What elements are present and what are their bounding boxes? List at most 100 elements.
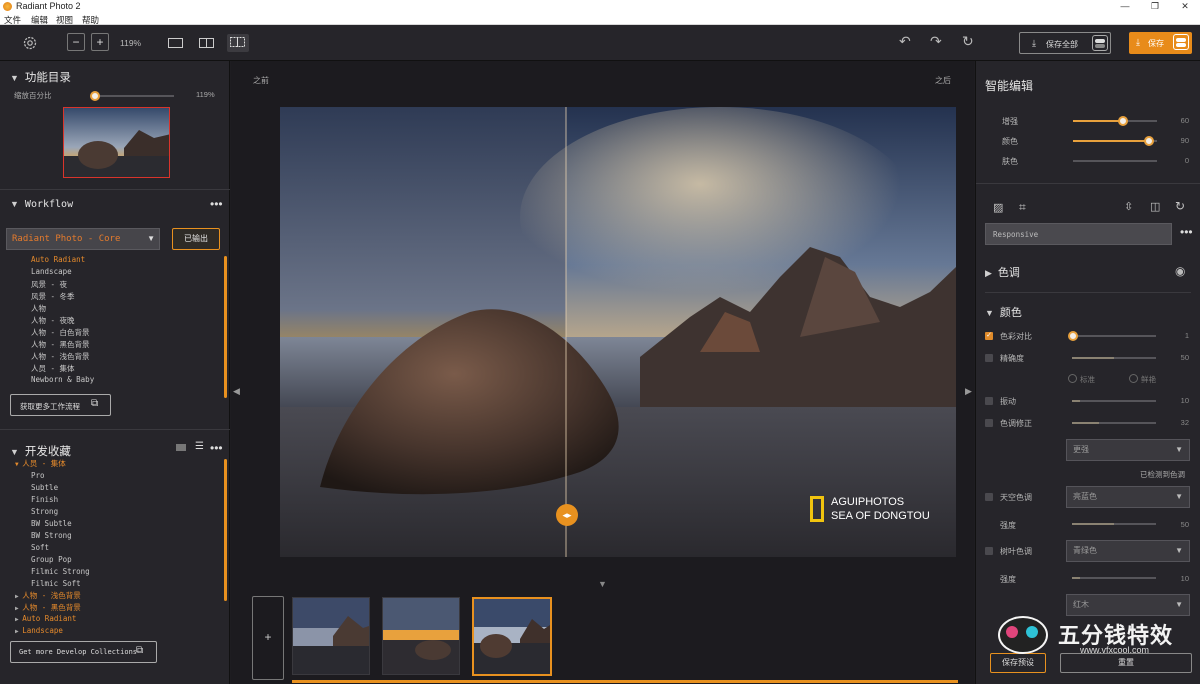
- sky-checkbox[interactable]: [985, 493, 993, 501]
- rotate-icon[interactable]: ↻: [1175, 199, 1185, 213]
- side-by-side-view-icon[interactable]: [199, 38, 215, 49]
- add-image-button[interactable]: +: [252, 596, 284, 680]
- visibility-eye-icon[interactable]: ◉: [1175, 264, 1185, 278]
- redo-icon[interactable]: ↷: [930, 33, 942, 50]
- split-handle[interactable]: ◂▸: [556, 504, 578, 526]
- export-button[interactable]: 已输出: [172, 228, 220, 250]
- develop-item[interactable]: Pro: [31, 471, 45, 480]
- workflow-item[interactable]: 人物 - 白色背景: [31, 327, 90, 338]
- develop-item[interactable]: Finish: [31, 495, 58, 504]
- filmstrip-thumbnail-2[interactable]: [382, 597, 460, 675]
- group-expanded[interactable]: ▼ 人员 - 集体: [15, 458, 66, 469]
- flip-vertical-icon[interactable]: ⇳: [1124, 200, 1133, 213]
- image-icon[interactable]: ▨: [993, 201, 1003, 214]
- tone-section-header[interactable]: ▶ 色调: [985, 264, 1020, 280]
- reset-history-icon[interactable]: ↻: [962, 33, 974, 50]
- more-collections-button[interactable]: Get more Develop Collections ⧉: [10, 641, 157, 663]
- list-view-icon[interactable]: ☰: [195, 441, 204, 452]
- workflow-item[interactable]: 风景 - 冬季: [31, 291, 75, 302]
- workflow-item[interactable]: Newborn & Baby: [31, 375, 94, 384]
- workflow-item[interactable]: Landscape: [31, 267, 72, 276]
- workflow-item[interactable]: 人员 - 集体: [31, 363, 75, 374]
- flip-horizontal-icon[interactable]: ◫: [1150, 200, 1160, 213]
- develop-item[interactable]: Group Pop: [31, 555, 72, 564]
- zoom-percent-slider[interactable]: [92, 95, 174, 97]
- foliage-strength-slider[interactable]: [1072, 577, 1156, 579]
- smart-slider-knob[interactable]: [1118, 116, 1129, 126]
- close-button[interactable]: ✕: [1170, 0, 1200, 13]
- collapsed-group[interactable]: ▶ 人物 - 黑色背景: [15, 602, 81, 613]
- color-control-slider[interactable]: [1072, 400, 1156, 402]
- prev-image-arrow-icon[interactable]: ◀: [233, 386, 240, 397]
- workflow-item[interactable]: 人物 - 夜晚: [31, 315, 75, 326]
- develop-item[interactable]: Subtle: [31, 483, 58, 492]
- develop-item[interactable]: Soft: [31, 543, 49, 552]
- workflow-more-icon[interactable]: •••: [210, 197, 223, 211]
- smart-slider-track[interactable]: [1073, 160, 1157, 162]
- save-all-button[interactable]: ⤓ 保存全部: [1019, 32, 1111, 54]
- workflow-section-header[interactable]: ▼ Workflow: [10, 199, 73, 210]
- workflow-item[interactable]: 风景 - 夜: [31, 279, 67, 290]
- develop-item[interactable]: BW Strong: [31, 531, 72, 540]
- radio-standard[interactable]: [1068, 374, 1077, 383]
- collapsed-group[interactable]: ▶ 人物 - 浅色背景: [15, 590, 81, 601]
- more-collections-label: Get more Develop Collections: [19, 648, 138, 656]
- next-image-arrow-icon[interactable]: ▶: [965, 386, 972, 397]
- develop-more-icon[interactable]: •••: [210, 441, 223, 455]
- workflow-item[interactable]: 人物 - 黑色背景: [31, 339, 90, 350]
- preset-more-icon[interactable]: •••: [1180, 225, 1193, 239]
- zoom-percent-knob[interactable]: [90, 91, 100, 101]
- collapsed-group[interactable]: ▶ Auto Radiant: [15, 614, 76, 623]
- color-control-slider[interactable]: [1072, 335, 1156, 337]
- save-all-toggle-icon[interactable]: [1092, 35, 1108, 51]
- workflow-item[interactable]: Auto Radiant: [31, 255, 85, 264]
- single-view-icon[interactable]: [168, 38, 184, 49]
- filmstrip-thumbnail-3-selected[interactable]: [472, 597, 552, 676]
- color-control-knob[interactable]: [1067, 331, 1078, 341]
- minimize-button[interactable]: —: [1110, 0, 1140, 13]
- filmstrip-toggle-icon[interactable]: ▼: [598, 579, 607, 589]
- navigator-thumbnail[interactable]: [63, 107, 170, 178]
- main-photo[interactable]: AGUIPHOTOS SEA OF DONGTOU: [280, 107, 956, 557]
- undo-icon[interactable]: ↶: [899, 33, 911, 50]
- sky-select[interactable]: 亮蓝色 ▼: [1066, 486, 1190, 508]
- workflow-item[interactable]: 人物: [31, 303, 46, 314]
- develop-item[interactable]: Filmic Strong: [31, 567, 90, 576]
- color-fix-select[interactable]: 更强 ▼: [1066, 439, 1190, 461]
- foliage-label: 树叶色调: [1000, 547, 1032, 556]
- split-view-button[interactable]: [227, 34, 249, 52]
- workflow-scrollbar[interactable]: [224, 256, 227, 398]
- save-toggle-icon[interactable]: [1173, 34, 1189, 50]
- settings-gear-icon[interactable]: [22, 35, 38, 51]
- foliage-select[interactable]: 青绿色 ▼: [1066, 540, 1190, 562]
- zoom-out-button[interactable]: −: [67, 33, 85, 51]
- color-control-checkbox[interactable]: ✓: [985, 332, 993, 340]
- color-section-header[interactable]: ▼ 颜色: [985, 304, 1022, 320]
- color-control-checkbox[interactable]: [985, 397, 993, 405]
- foliage-select-2[interactable]: 红木 ▼: [1066, 594, 1190, 616]
- maximize-button[interactable]: ❐: [1140, 0, 1170, 13]
- develop-scrollbar[interactable]: [224, 459, 227, 601]
- color-control-checkbox[interactable]: [985, 419, 993, 427]
- filmstrip-thumbnail-1[interactable]: [292, 597, 370, 675]
- workflow-select[interactable]: Radiant Photo - Core ▼: [6, 228, 160, 250]
- save-button[interactable]: ⤓ 保存: [1129, 32, 1192, 54]
- more-workflows-button[interactable]: 获取更多工作流程 ⧉: [10, 394, 111, 416]
- collapsed-group[interactable]: ▶ Landscape: [15, 626, 63, 635]
- smart-slider-knob[interactable]: [1143, 136, 1154, 146]
- color-control-checkbox[interactable]: [985, 354, 993, 362]
- develop-item[interactable]: Strong: [31, 507, 58, 516]
- foliage-checkbox[interactable]: [985, 547, 993, 555]
- preset-input[interactable]: Responsive: [985, 223, 1172, 245]
- radio-vivid[interactable]: [1129, 374, 1138, 383]
- zoom-in-button[interactable]: +: [91, 33, 109, 51]
- develop-item[interactable]: Filmic Soft: [31, 579, 81, 588]
- develop-section-header[interactable]: ▼ 开发收藏: [10, 443, 71, 459]
- crop-icon[interactable]: ⌗: [1019, 200, 1026, 215]
- develop-item[interactable]: BW Subtle: [31, 519, 72, 528]
- workflow-item[interactable]: 人物 - 浅色背景: [31, 351, 90, 362]
- filmstrip-scrollbar[interactable]: [292, 680, 958, 683]
- catalog-section-header[interactable]: ▼ 功能目录: [10, 69, 71, 85]
- grid-view-icon[interactable]: [176, 444, 186, 451]
- reset-button[interactable]: 重置: [1060, 653, 1192, 673]
